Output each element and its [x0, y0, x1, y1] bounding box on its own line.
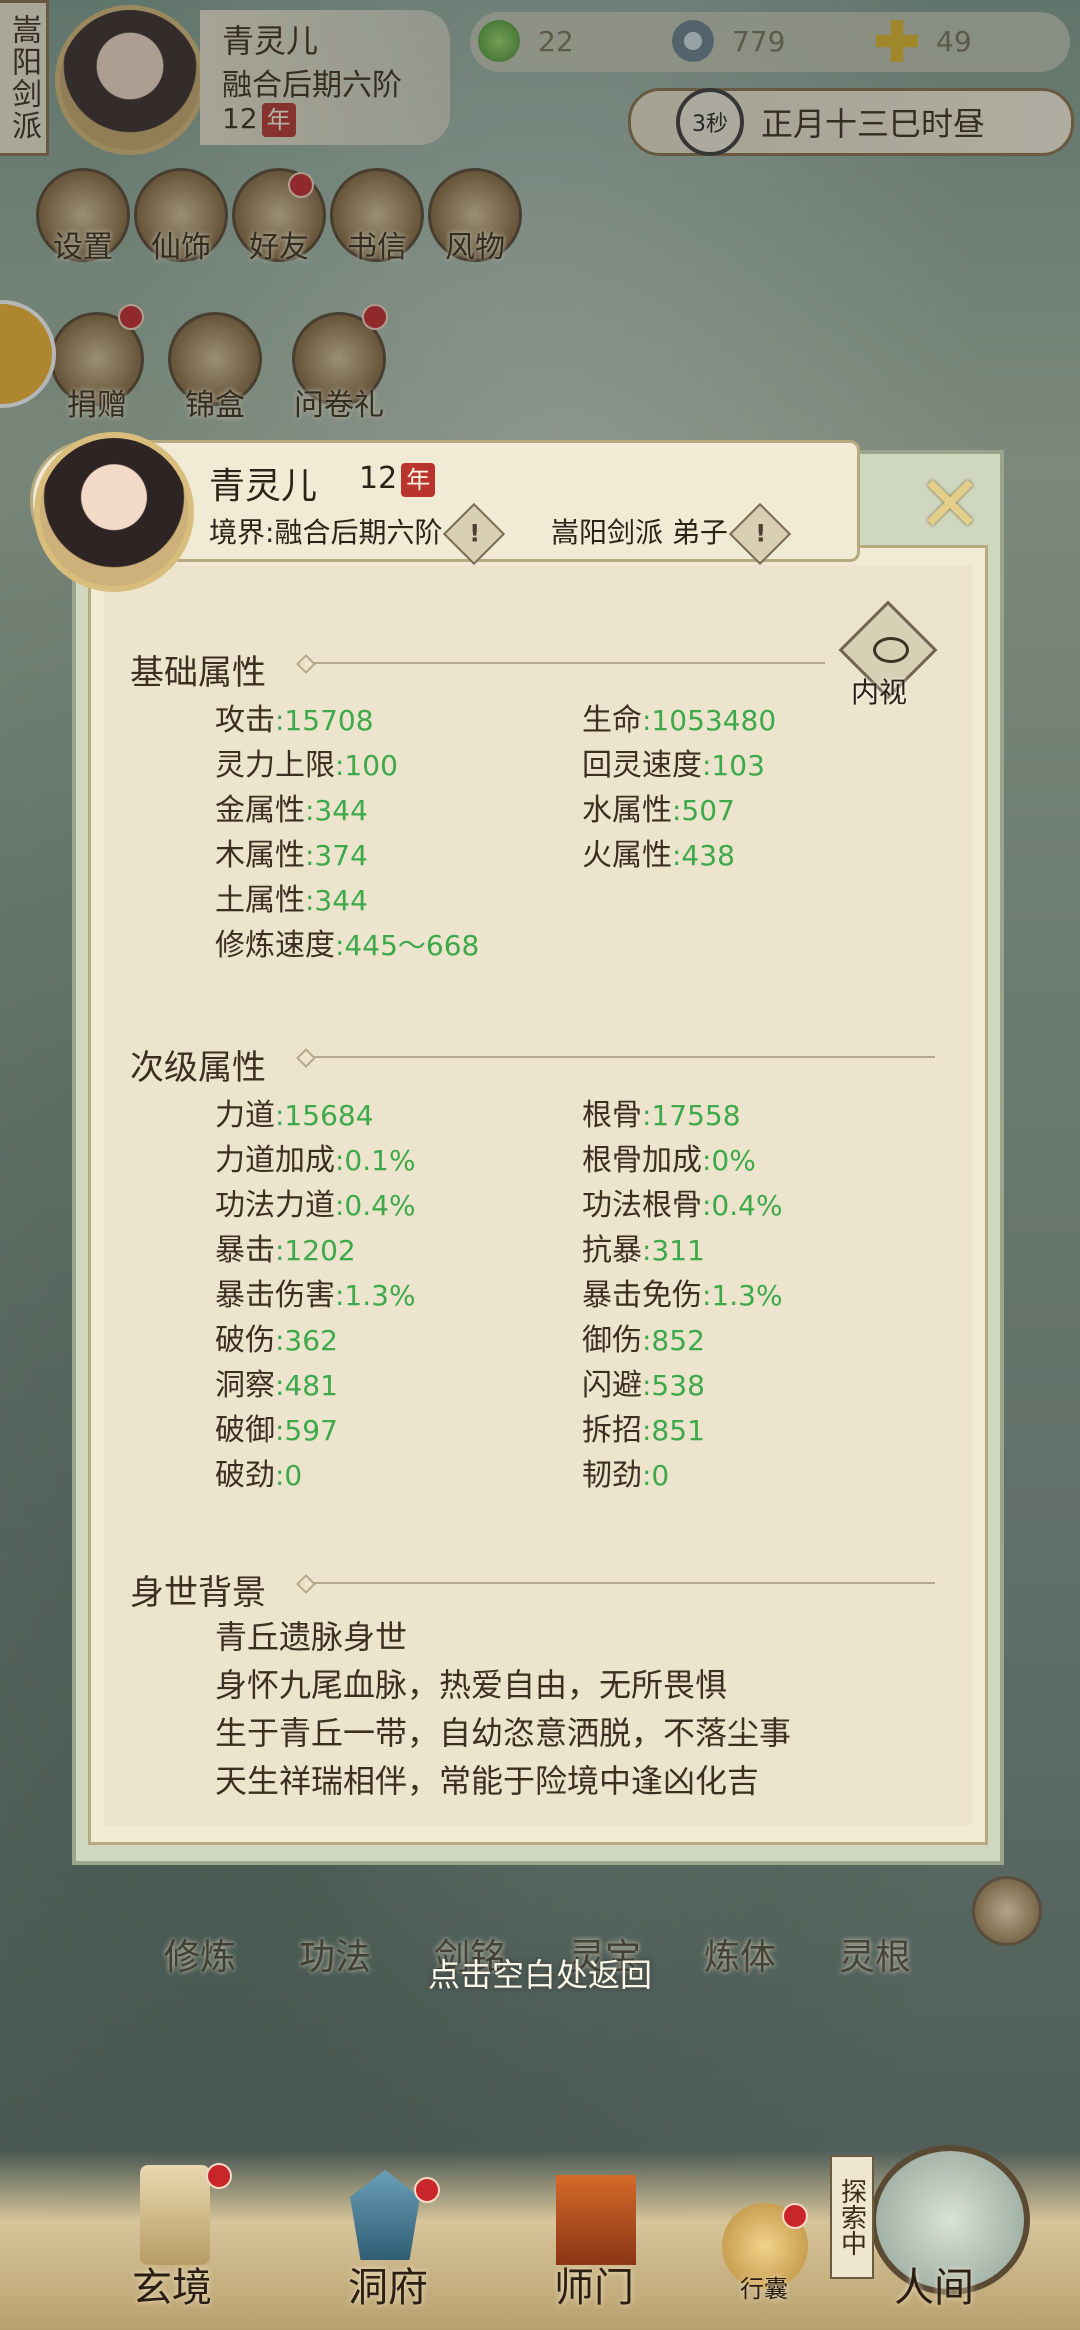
stat-dodge: 闪避:538	[582, 1368, 705, 1403]
dongfu-notification-dot	[414, 2177, 440, 2203]
realm-info-icon[interactable]: !	[443, 502, 506, 566]
stat-cultivation-speed: 修炼速度:445～668	[215, 928, 480, 963]
stat-skill-constitution: 功法根骨:0.4%	[582, 1188, 783, 1223]
sect-info-glyph: !	[755, 519, 767, 548]
compass-star-icon[interactable]	[972, 1876, 1042, 1946]
stat-pierce: 破伤:362	[215, 1323, 338, 1358]
tap-to-return-hint: 点击空白处返回	[427, 1956, 652, 1994]
background-line: 青丘遗脉身世	[215, 1618, 408, 1656]
pavilion-icon	[350, 2170, 420, 2260]
inner-view-label: 内视	[851, 676, 908, 709]
exploring-tag: 探索中	[830, 2155, 874, 2279]
background-line: 生于青丘一带，自幼恣意洒脱，不落尘事	[215, 1714, 792, 1752]
stat-constitution-bonus: 根骨加成:0%	[582, 1143, 756, 1178]
background-title: 身世背景	[130, 1573, 266, 1613]
stat-crit-resist: 抗暴:311	[582, 1233, 705, 1268]
stat-wood: 木属性:374	[215, 838, 368, 873]
stat-spirit-regen: 回灵速度:103	[582, 748, 765, 783]
stat-metal: 金属性:344	[215, 793, 368, 828]
stat-attack: 攻击:15708	[215, 703, 374, 738]
inner-view-button[interactable]: 内视	[838, 600, 938, 709]
secondary-attributes-divider	[305, 1056, 935, 1058]
stat-spirit-cap: 灵力上限:100	[215, 748, 398, 783]
close-icon[interactable]: ✕	[905, 460, 995, 550]
bottom-nav: 玄境 洞府 师门 行囊 探索中 人间	[0, 2145, 1080, 2330]
stat-constitution: 根骨:17558	[582, 1098, 741, 1133]
banner-icon	[556, 2175, 636, 2265]
stat-crit-damage-reduction: 暴击免伤:1.3%	[582, 1278, 783, 1313]
stat-water: 水属性:507	[582, 793, 735, 828]
sect-info-icon[interactable]: !	[728, 502, 792, 566]
bag-notification-dot	[782, 2203, 808, 2229]
realm-label: 境界	[209, 516, 266, 549]
stat-crit: 暴击:1202	[215, 1233, 356, 1268]
stat-strength-bonus: 力道加成:0.1%	[215, 1143, 416, 1178]
stat-skill-strength: 功法力道:0.4%	[215, 1188, 416, 1223]
stat-crit-damage: 暴击伤害:1.3%	[215, 1278, 416, 1313]
nav-bag[interactable]: 行囊	[740, 2269, 788, 2304]
background-line: 天生祥瑞相伴，常能于险境中逢凶化吉	[215, 1762, 760, 1800]
stat-fire: 火属性:438	[582, 838, 735, 873]
stat-break-force: 破劲:0	[215, 1458, 303, 1493]
scroll-icon	[140, 2165, 210, 2265]
realm-info-glyph: !	[469, 519, 481, 548]
secondary-attributes-title: 次级属性	[130, 1048, 266, 1088]
character-sect: 嵩阳剑派 弟子!	[551, 502, 792, 566]
basic-attributes-divider	[305, 662, 825, 664]
character-age-value: 12	[359, 461, 398, 496]
nav-renjian[interactable]: 人间	[894, 2255, 974, 2313]
character-realm: 境界:融合后期六阶!	[209, 502, 506, 566]
nav-dongfu[interactable]: 洞府	[348, 2255, 428, 2313]
stat-insight: 洞察:481	[215, 1368, 338, 1403]
stat-counter: 拆招:851	[582, 1413, 705, 1448]
sect-value: 嵩阳剑派 弟子	[551, 516, 728, 549]
realm-value: :融合后期六阶	[265, 516, 443, 549]
xuanjing-notification-dot	[206, 2163, 232, 2189]
background-line: 身怀九尾血脉，热爱自由，无所畏惧	[215, 1666, 728, 1704]
stat-strength: 力道:15684	[215, 1098, 374, 1133]
character-year-badge: 年	[401, 462, 436, 497]
nav-shimen[interactable]: 师门	[554, 2255, 634, 2313]
basic-attributes-title: 基础属性	[130, 653, 266, 693]
stat-guard: 御伤:852	[582, 1323, 705, 1358]
eye-icon-pupil	[873, 637, 909, 663]
nav-xuanjing[interactable]: 玄境	[132, 2255, 212, 2313]
stat-toughness: 韧劲:0	[582, 1458, 670, 1493]
stat-hp: 生命:1053480	[582, 703, 777, 738]
stat-break-defense: 破御:597	[215, 1413, 338, 1448]
character-name: 青灵儿	[209, 466, 318, 507]
character-portrait	[34, 432, 194, 592]
background-divider	[305, 1582, 935, 1584]
character-age: 12 年	[359, 461, 436, 497]
stat-earth: 土属性:344	[215, 883, 368, 918]
